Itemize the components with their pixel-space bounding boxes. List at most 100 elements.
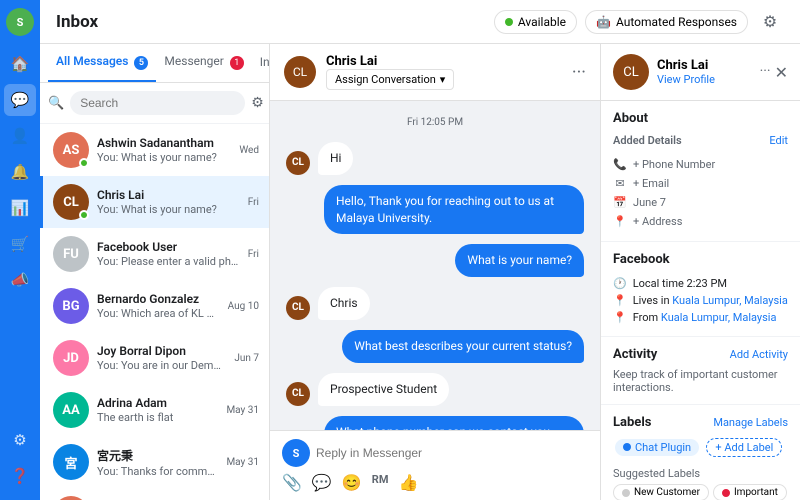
tabs-bar: All Messages 5 Messenger 1 Instagram Dir… [40,44,269,83]
rp-close-icon[interactable]: ✕ [775,63,788,82]
chat-header-info: Chris Lai Assign Conversation ▾ [326,54,454,90]
conv-item-joy[interactable]: JD Joy Borral Dipon You: You are in our … [40,332,269,384]
phone-label[interactable]: + Phone Number [633,158,715,171]
sidebar-shop-icon[interactable]: 🛒 [4,228,36,260]
added-details-header: Added Details Edit [613,134,788,147]
conv-time-chris: Fri [248,197,259,208]
chat-messages: Fri 12:05 PM CL Hi Hello, Thank you for … [270,101,600,430]
search-icon: 🔍 [48,96,64,111]
conv-name-miyamoto: 宮元秉 [97,447,218,464]
lives-in-text: Lives in Kuala Lumpur, Malaysia [633,294,788,307]
conv-item-adrina[interactable]: AA Adrina Adam The earth is flat May 31 [40,384,269,436]
chat-tool-icons: 📎 💬 😊 RM 👍 [282,473,418,492]
conv-time-miyamoto: May 31 [226,457,259,468]
fb-local-time: 🕐 Local time 2:23 PM [613,275,788,292]
main-content: Inbox Available 🤖 Automated Responses ⚙ … [40,0,800,500]
conv-item-chris[interactable]: CL Chris Lai You: What is your name? Fri [40,176,269,228]
msg-avatar-chris3: CL [286,382,310,406]
tab-instagram-direct[interactable]: Instagram Direct [252,45,269,81]
date-divider: Fri 12:05 PM [286,117,584,128]
sug-chip-new-customer[interactable]: New Customer [613,484,709,500]
sug-dot-new [622,489,630,497]
added-details-label: Added Details [613,134,682,147]
comment-icon[interactable]: 💬 [312,473,332,492]
status-dot-icon [505,18,513,26]
status-label: Available [518,15,566,29]
rp-more-icon[interactable]: ··· [760,63,771,82]
top-bar: Inbox Available 🤖 Automated Responses ⚙ [40,0,800,44]
sidebar-notifications-icon[interactable]: 🔔 [4,156,36,188]
msg-avatar-chris2: CL [286,296,310,320]
conv-item-bernardo[interactable]: BG Bernardo Gonzalez You: Which area of … [40,280,269,332]
fb-lives-in: 📍 Lives in Kuala Lumpur, Malaysia [613,292,788,309]
from-link[interactable]: Kuala Lumpur, Malaysia [661,311,777,324]
message-bubble-hello: Hello, Thank you for reaching out to us … [324,185,584,235]
automated-responses-button[interactable]: 🤖 Automated Responses [585,10,748,34]
search-input[interactable] [70,91,245,115]
conv-item-fbuser[interactable]: FU Facebook User You: Please enter a val… [40,228,269,280]
sug-chip-important[interactable]: Important [713,484,787,500]
tab-all-messages[interactable]: All Messages 5 [48,44,156,82]
status-badge[interactable]: Available [494,10,577,34]
message-row-phone-q: What phone number can we contact you on? [286,416,584,430]
message-row-status-q: What best describes your current status? [286,330,584,363]
settings-gear-button[interactable]: ⚙ [756,8,784,36]
emoji-icon[interactable]: 😊 [342,473,362,492]
assign-conversation-button[interactable]: Assign Conversation ▾ [326,69,454,90]
address-icon: 📍 [613,215,627,228]
message-row-hi: CL Hi [286,142,584,175]
message-row-prospective: CL Prospective Student [286,373,584,406]
assign-chevron-icon: ▾ [440,73,446,86]
conversation-list: AS Ashwin Sadanantham You: What is your … [40,124,269,500]
online-indicator [79,210,89,220]
chat-input-field[interactable] [316,446,588,460]
from-text: From Kuala Lumpur, Malaysia [633,311,777,324]
rm-button[interactable]: RM [372,473,389,492]
sidebar-analytics-icon[interactable]: 📊 [4,192,36,224]
msg-avatar-chris: CL [286,151,310,175]
sidebar-home-icon[interactable]: 🏠 [4,48,36,80]
view-profile-link[interactable]: View Profile [657,73,715,86]
like-icon[interactable]: 👍 [398,473,418,492]
message-bubble-chris: Chris [318,287,370,320]
sidebar-campaigns-icon[interactable]: 📣 [4,264,36,296]
conv-time-ashwin: Wed [239,145,259,156]
attachment-icon[interactable]: 📎 [282,473,302,492]
input-user-avatar: S [282,439,310,467]
conv-preview-ashwin: You: What is your name? [97,151,231,164]
sidebar-settings-icon[interactable]: ⚙ [4,424,36,456]
email-label[interactable]: + Email [633,177,669,190]
conv-time-joy: Jun 7 [234,353,259,364]
label-dot-icon [623,443,631,451]
manage-labels-link[interactable]: Manage Labels [713,416,788,429]
filter-icon[interactable]: ⚙ [251,95,264,111]
user-avatar[interactable]: S [6,8,34,36]
conv-item-sompon[interactable]: SW Sompon Wongchang You: Please book a m… [40,488,269,500]
right-panel-header: CL Chris Lai View Profile ··· ✕ [601,44,800,101]
address-label[interactable]: + Address [633,215,682,228]
online-indicator [79,158,89,168]
edit-link[interactable]: Edit [769,134,788,147]
suggested-labels-list: New Customer Important Today's Date (9/2… [613,484,788,500]
email-icon: ✉ [613,177,627,190]
tab-messenger[interactable]: Messenger 1 [156,44,251,82]
sidebar-contacts-icon[interactable]: 👤 [4,120,36,152]
chat-more-button[interactable]: ··· [572,62,586,83]
conv-info-miyamoto: 宮元秉 You: Thanks for commenting, pleas... [97,447,218,478]
label-chip-chat-plugin[interactable]: Chat Plugin [615,439,699,456]
facebook-section-header: Facebook [613,252,788,267]
sidebar-help-icon[interactable]: ❓ [4,460,36,492]
add-label-button[interactable]: + Add Label [706,438,782,457]
lives-in-link[interactable]: Kuala Lumpur, Malaysia [672,294,788,307]
add-activity-link[interactable]: Add Activity [730,348,788,361]
right-panel: CL Chris Lai View Profile ··· ✕ About Ad… [600,44,800,500]
conv-item-miyamoto[interactable]: 宮 宮元秉 You: Thanks for commenting, pleas.… [40,436,269,488]
date-label: June 7 [633,196,666,209]
activity-section: Activity Add Activity Keep track of impo… [601,337,800,405]
conv-item-ashwin[interactable]: AS Ashwin Sadanantham You: What is your … [40,124,269,176]
conv-avatar-adrina: AA [53,392,89,428]
conv-avatar-miyamoto: 宮 [53,444,89,480]
chat-input-area: S 📎 💬 😊 RM 👍 [270,430,600,500]
sidebar-inbox-icon[interactable]: 💬 [4,84,36,116]
local-time-icon: 🕐 [613,277,627,290]
